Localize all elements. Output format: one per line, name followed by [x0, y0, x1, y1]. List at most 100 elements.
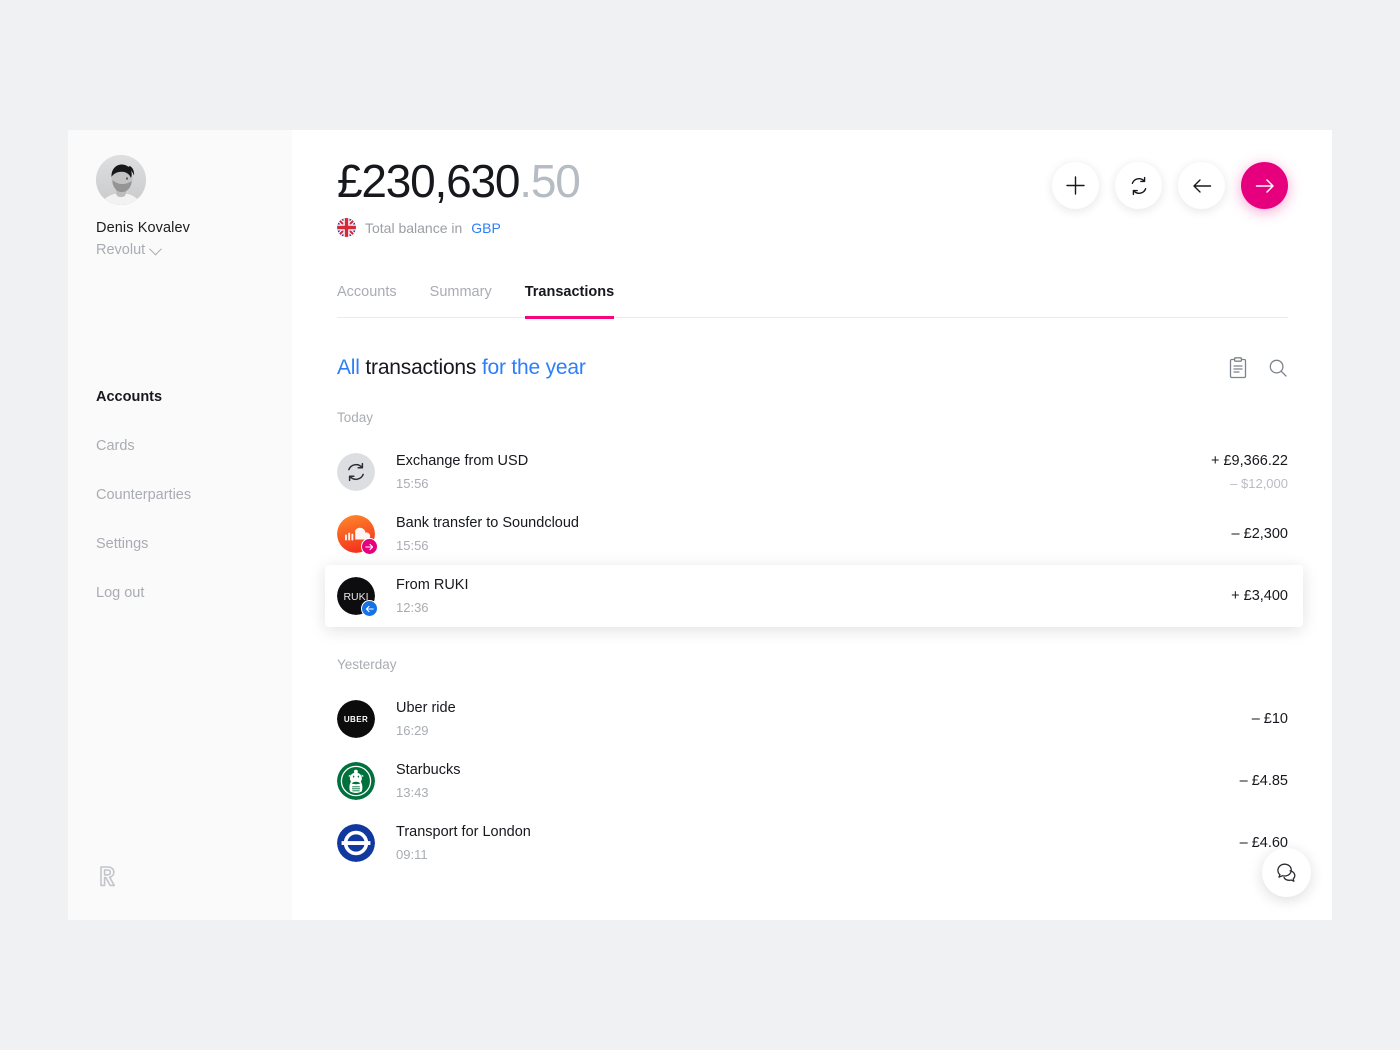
transaction-icon: UBER — [337, 700, 375, 738]
starbucks-logo-icon — [337, 762, 375, 800]
outgoing-badge — [361, 538, 378, 555]
arrow-left-small-icon — [365, 605, 374, 612]
sidebar-item-accounts[interactable]: Accounts — [68, 380, 292, 414]
app-window: Denis Kovalev Revolut Accounts Cards Cou… — [68, 130, 1332, 920]
avatar[interactable] — [96, 155, 146, 205]
sidebar-item-label: Log out — [96, 585, 145, 601]
sidebar-item-label: Counterparties — [96, 487, 192, 503]
arrow-right-small-icon — [365, 543, 374, 550]
day-label-today: Today — [337, 410, 374, 425]
transaction-icon: RUKI — [337, 577, 378, 617]
chat-bubble-icon — [1277, 863, 1296, 882]
exchange-button[interactable] — [1115, 162, 1162, 209]
transaction-amounts: + £9,366.22 – $12,000 — [1211, 453, 1288, 491]
profile-org-switcher[interactable]: Revolut — [96, 242, 292, 258]
profile-org-label: Revolut — [96, 242, 146, 258]
tab-bar: Accounts Summary Transactions — [337, 284, 1288, 319]
transaction-amount: – £2,300 — [1231, 526, 1288, 542]
transaction-body: Exchange from USD 15:56 — [396, 453, 1211, 491]
total-balance: £230,630.50 — [337, 155, 581, 207]
user-avatar-photo-icon — [96, 155, 146, 205]
sidebar-item-label: Accounts — [96, 389, 163, 405]
sidebar-nav: Accounts Cards Counterparties Settings L… — [68, 380, 292, 625]
transaction-time: 16:29 — [396, 723, 429, 738]
balance-main: £230,630 — [337, 155, 520, 207]
tab-summary[interactable]: Summary — [430, 284, 492, 317]
day-label-yesterday: Yesterday — [337, 657, 397, 672]
uber-logo-icon: UBER — [337, 700, 375, 738]
transaction-amounts: – £2,300 — [1232, 526, 1288, 542]
table-row[interactable]: Transport for London 09:11 – £4.60 — [325, 812, 1303, 874]
transaction-icon — [337, 762, 375, 800]
sidebar-item-log-out[interactable]: Log out — [68, 576, 292, 610]
transaction-amount: – £10 — [1251, 711, 1288, 727]
filter-period-link[interactable]: for the year — [482, 356, 586, 379]
table-row[interactable]: UBER Uber ride 16:29 – £10 — [325, 688, 1303, 750]
balance-subtitle-text: Total balance in — [365, 219, 463, 236]
sidebar-item-settings[interactable]: Settings — [68, 527, 292, 561]
transaction-time: 15:56 — [396, 538, 429, 553]
balance-subtitle: Total balance in GBP — [337, 218, 580, 237]
transaction-amount: – £4.85 — [1239, 773, 1288, 789]
tab-transactions[interactable]: Transactions — [524, 284, 615, 319]
sidebar: Denis Kovalev Revolut Accounts Cards Cou… — [68, 130, 292, 920]
transaction-amounts: – £10 — [1252, 711, 1288, 727]
transaction-amount: + £3,400 — [1231, 588, 1288, 604]
transaction-sub-amount: – $12,000 — [1230, 476, 1288, 491]
add-money-button[interactable] — [1052, 162, 1099, 209]
sidebar-item-counterparties[interactable]: Counterparties — [68, 478, 292, 512]
transactions-list: Today Exchange from USD 15:56 + £9,366.2… — [325, 410, 1303, 874]
balance-block: £230,630.50 Total balance in GBP — [337, 155, 581, 237]
revolut-r-logo-icon — [100, 866, 115, 887]
transaction-amount: + £9,366.22 — [1210, 453, 1288, 469]
exchange-circle-icon — [337, 453, 375, 491]
transaction-body: Uber ride 16:29 — [396, 700, 1252, 738]
chat-support-button[interactable] — [1262, 848, 1311, 897]
profile-block: Denis Kovalev Revolut — [68, 130, 292, 258]
sidebar-footer — [68, 865, 292, 920]
transaction-amounts: – £4.85 — [1240, 773, 1288, 789]
arrow-right-icon — [1255, 178, 1274, 193]
currency-selector[interactable]: GBP — [471, 220, 501, 236]
transaction-body: Transport for London 09:11 — [396, 824, 1240, 862]
transaction-title: From RUKI — [396, 577, 469, 593]
tfl-logo-icon — [337, 824, 375, 862]
table-row[interactable]: Exchange from USD 15:56 + £9,366.22 – $1… — [325, 441, 1303, 503]
table-row[interactable]: Starbucks 13:43 – £4.85 — [325, 750, 1303, 812]
svg-text:UBER: UBER — [344, 715, 368, 724]
send-money-button[interactable] — [1241, 162, 1288, 209]
balance-row: £230,630.50 Total balance in GBP — [337, 158, 1288, 237]
transaction-time: 12:36 — [396, 600, 429, 615]
incoming-badge — [361, 600, 378, 617]
transaction-body: Starbucks 13:43 — [396, 762, 1240, 800]
arrow-left-icon — [1192, 178, 1211, 193]
table-row[interactable]: Bank transfer to Soundcloud 15:56 – £2,3… — [325, 503, 1303, 565]
transaction-amounts: + £3,400 — [1231, 588, 1288, 604]
transaction-time: 09:11 — [396, 847, 428, 862]
transaction-title: Bank transfer to Soundcloud — [396, 515, 579, 531]
transaction-title: Starbucks — [396, 762, 461, 778]
list-title: All transactions for the year — [337, 356, 586, 380]
list-title-mid: transactions — [365, 356, 477, 379]
transaction-icon — [337, 453, 375, 491]
search-icon[interactable] — [1268, 358, 1288, 378]
sidebar-item-label: Settings — [96, 536, 149, 552]
transaction-time: 13:43 — [396, 785, 429, 800]
transaction-body: Bank transfer to Soundcloud 15:56 — [396, 515, 1232, 553]
balance-cents: .50 — [519, 155, 581, 207]
statement-clipboard-icon[interactable] — [1228, 357, 1248, 379]
main-content: £230,630.50 Total balance in GBP Account… — [292, 130, 1332, 920]
transaction-title: Exchange from USD — [396, 453, 529, 469]
tab-accounts[interactable]: Accounts — [337, 284, 397, 317]
sidebar-item-cards[interactable]: Cards — [68, 429, 292, 463]
plus-icon — [1066, 176, 1085, 195]
action-buttons — [1052, 162, 1288, 209]
tab-label: Summary — [429, 284, 492, 300]
tab-label: Transactions — [524, 284, 615, 300]
transaction-title: Transport for London — [396, 824, 531, 840]
table-row[interactable]: RUKI From RUKI 12:36 + £3,400 — [325, 565, 1303, 627]
chevron-down-icon — [149, 242, 163, 255]
uk-flag-icon — [337, 218, 356, 237]
filter-all-link[interactable]: All — [337, 356, 360, 379]
request-money-button[interactable] — [1178, 162, 1225, 209]
